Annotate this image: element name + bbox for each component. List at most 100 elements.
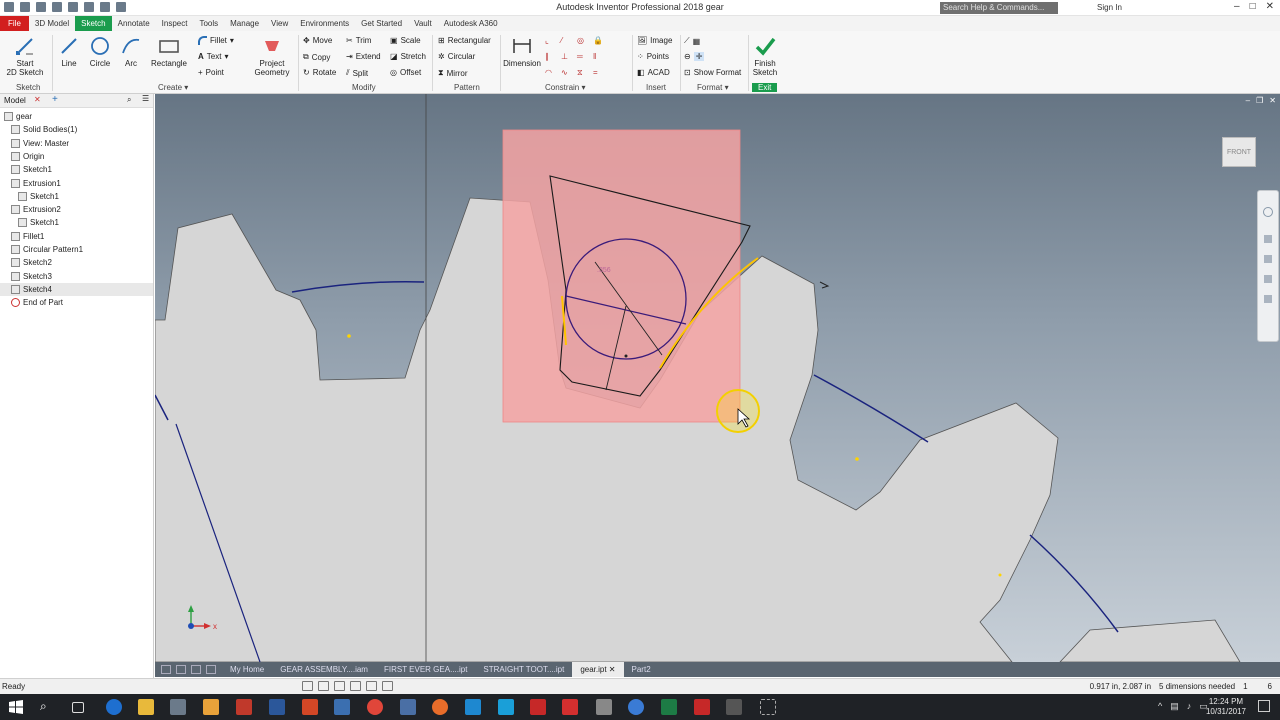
- notifications-icon[interactable]: [1258, 700, 1270, 712]
- circle-button[interactable]: Circle: [86, 35, 114, 68]
- tile-icon[interactable]: [161, 665, 171, 674]
- pan-tool-icon[interactable]: [302, 681, 313, 691]
- app2-icon[interactable]: [628, 699, 644, 715]
- tab-sketch[interactable]: Sketch: [75, 16, 112, 31]
- point-button[interactable]: + Point: [198, 68, 224, 77]
- autodesk-icon[interactable]: [334, 699, 350, 715]
- firefox-icon[interactable]: [432, 699, 448, 715]
- tab-autodesk-a360[interactable]: Autodesk A360: [438, 16, 504, 31]
- show-format-button[interactable]: ⊡ Show Format: [684, 68, 741, 77]
- text-button[interactable]: A Text ▾: [198, 52, 228, 61]
- store-icon[interactable]: [170, 699, 186, 715]
- browser-item[interactable]: View: Master: [0, 137, 153, 150]
- symmetric-constraint-icon[interactable]: ⧖: [577, 68, 583, 78]
- rectangle-button[interactable]: Rectangle: [148, 35, 190, 68]
- browser-item[interactable]: End of Part: [0, 296, 153, 309]
- tab-annotate[interactable]: Annotate: [112, 16, 156, 31]
- start-icon[interactable]: [8, 699, 24, 715]
- document-tab[interactable]: gear.ipt ✕: [572, 662, 624, 677]
- finish-sketch-button[interactable]: Finish Sketch: [752, 35, 778, 77]
- look-at-icon[interactable]: [1264, 295, 1272, 303]
- document-tab[interactable]: My Home: [222, 662, 272, 677]
- start-2d-sketch-button[interactable]: Start 2D Sketch: [4, 35, 46, 77]
- view-cube[interactable]: FRONT: [1222, 137, 1256, 167]
- browser-item[interactable]: Sketch1: [0, 163, 153, 176]
- acad-button[interactable]: ◧ ACAD: [637, 68, 670, 77]
- trim-button[interactable]: ✂ Trim: [346, 36, 371, 45]
- task-view-icon[interactable]: [72, 702, 84, 713]
- network-icon[interactable]: ▤: [1170, 701, 1179, 712]
- centerline-icon[interactable]: ⊖: [684, 52, 691, 61]
- volume-icon[interactable]: ♪: [1187, 701, 1192, 712]
- arrange-icon[interactable]: [191, 665, 201, 674]
- copy-button[interactable]: ⧉ Copy: [303, 52, 330, 62]
- tab-file[interactable]: File: [0, 16, 29, 31]
- clock[interactable]: 12:24 PM 10/31/2017: [1206, 697, 1246, 717]
- excel-icon[interactable]: [661, 699, 677, 715]
- vertical-constraint-icon[interactable]: ‖: [593, 52, 596, 61]
- line-button[interactable]: Line: [56, 35, 82, 68]
- document-tab[interactable]: Part2: [624, 662, 659, 677]
- inventor-taskbar-icon[interactable]: [203, 699, 219, 715]
- perpendicular-constraint-icon[interactable]: ⊥: [561, 52, 568, 61]
- tab-3d-model[interactable]: 3D Model: [29, 16, 75, 31]
- navigation-bar[interactable]: [1257, 190, 1279, 342]
- file-explorer-icon[interactable]: [138, 699, 154, 715]
- line-type-icon[interactable]: ⟋: [684, 36, 690, 46]
- tangent-constraint-icon[interactable]: ◠: [545, 68, 552, 77]
- rotate-button[interactable]: ↻ Rotate: [303, 68, 336, 77]
- rectangular-pattern-button[interactable]: ⊞ Rectangular: [438, 36, 491, 45]
- document-tab[interactable]: FIRST EVER GEA....ipt: [376, 662, 475, 677]
- add-browser-icon[interactable]: +: [52, 94, 58, 105]
- search-icon[interactable]: ⌕: [127, 95, 131, 105]
- tab-vault[interactable]: Vault: [408, 16, 438, 31]
- concentric-constraint-icon[interactable]: ◎: [577, 36, 584, 45]
- extend-button[interactable]: ⇥ Extend: [346, 52, 381, 61]
- tab-inspect[interactable]: Inspect: [156, 16, 194, 31]
- maximize-icon[interactable]: □: [1250, 1, 1256, 12]
- edge-icon[interactable]: [106, 699, 122, 715]
- move-button[interactable]: ✥ Move: [303, 36, 332, 45]
- snap-icon[interactable]: [382, 681, 393, 691]
- close-tab-icon[interactable]: ✕: [607, 665, 616, 674]
- dimension-button[interactable]: Dimension: [502, 35, 542, 68]
- offset-button[interactable]: ◎ Offset: [390, 68, 421, 77]
- look-at-tool-icon[interactable]: [366, 681, 377, 691]
- zoom-window-icon[interactable]: [334, 681, 345, 691]
- browser-item[interactable]: Circular Pattern1: [0, 243, 153, 256]
- tray-chevron-icon[interactable]: ^: [1158, 701, 1162, 712]
- equal-constraint-icon[interactable]: =: [593, 68, 598, 77]
- coincident-constraint-icon[interactable]: ⌞: [545, 36, 549, 45]
- browser-item[interactable]: gear: [0, 110, 153, 123]
- tab-tools[interactable]: Tools: [193, 16, 224, 31]
- autocad-icon[interactable]: [530, 699, 546, 715]
- tab-environments[interactable]: Environments: [294, 16, 355, 31]
- browser-item[interactable]: Sketch2: [0, 256, 153, 269]
- points-button[interactable]: ⁘ Points: [637, 52, 669, 61]
- help-search-input[interactable]: Search Help & Commands...: [940, 2, 1058, 14]
- powerpoint-icon[interactable]: [302, 699, 318, 715]
- menu-icon[interactable]: ☰: [142, 94, 149, 103]
- fix-constraint-icon[interactable]: 🔒: [593, 36, 603, 45]
- close-icon[interactable]: ✕: [1269, 96, 1276, 105]
- parallel-constraint-icon[interactable]: ∥: [545, 52, 549, 61]
- autocad-alt-icon[interactable]: [562, 699, 578, 715]
- steam-icon[interactable]: [400, 699, 416, 715]
- tab-get-started[interactable]: Get Started: [355, 16, 408, 31]
- zoom-icon[interactable]: [1264, 255, 1272, 263]
- snip-icon[interactable]: [760, 699, 776, 715]
- browser-item[interactable]: Sketch4: [0, 282, 153, 296]
- browser-item[interactable]: Extrusion1: [0, 177, 153, 190]
- search-icon[interactable]: ⌕: [40, 699, 56, 715]
- collinear-constraint-icon[interactable]: ⁄: [561, 36, 562, 45]
- browser-item[interactable]: Solid Bodies(1): [0, 123, 153, 136]
- stretch-button[interactable]: ◪ Stretch: [390, 52, 426, 61]
- project-geometry-button[interactable]: Project Geometry: [252, 35, 292, 77]
- split-button[interactable]: ⫽ Split: [346, 68, 368, 78]
- revit-icon[interactable]: [236, 699, 252, 715]
- orbit-tool-icon[interactable]: [350, 681, 361, 691]
- mirror-button[interactable]: ⧗ Mirror: [438, 68, 468, 78]
- orbit-icon[interactable]: [1264, 275, 1272, 283]
- horizontal-constraint-icon[interactable]: ═: [577, 52, 583, 61]
- arc-button[interactable]: Arc: [118, 35, 144, 68]
